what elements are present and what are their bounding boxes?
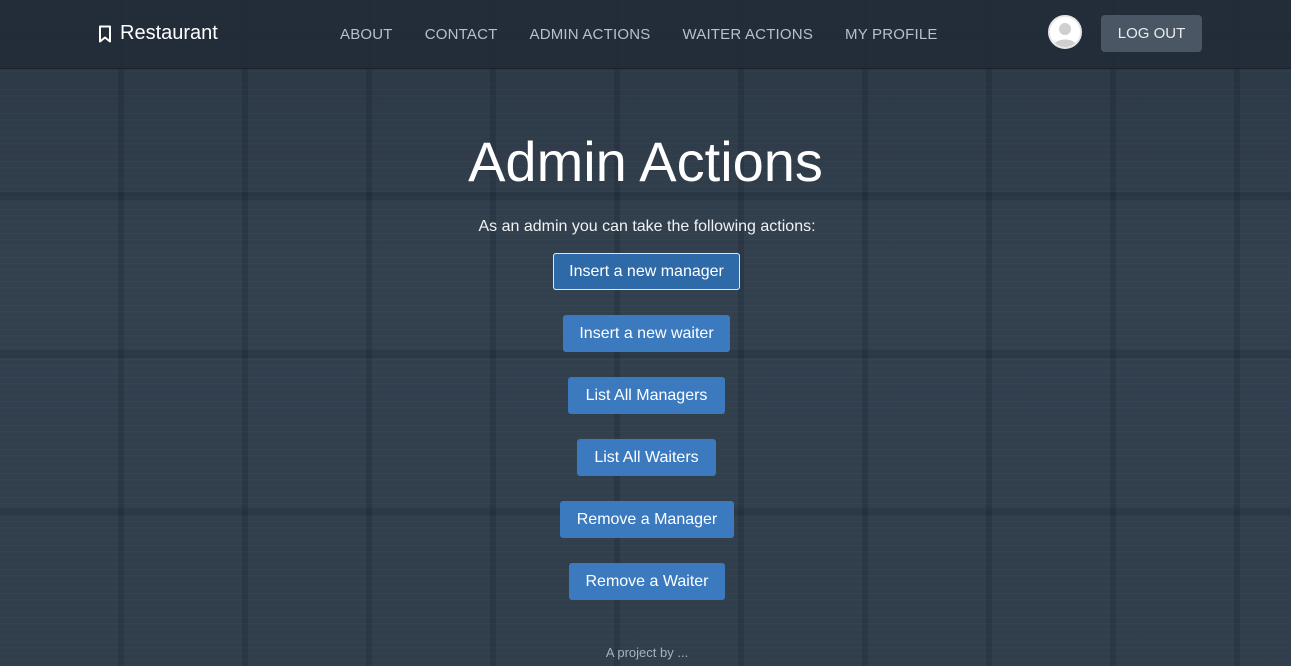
navbar: Restaurant ABOUT CONTACT ADMIN ACTIONS W… bbox=[0, 0, 1291, 69]
insert-manager-button[interactable]: Insert a new manager bbox=[553, 253, 740, 290]
page-title: Admin Actions bbox=[468, 130, 823, 193]
nav-my-profile[interactable]: MY PROFILE bbox=[845, 26, 938, 43]
footer-credit: A project by ... bbox=[605, 645, 689, 660]
logout-button[interactable]: LOG OUT bbox=[1101, 15, 1202, 52]
brand-link[interactable]: Restaurant bbox=[98, 22, 218, 45]
nav-admin-actions[interactable]: ADMIN ACTIONS bbox=[529, 26, 650, 43]
remove-waiter-button[interactable]: Remove a Waiter bbox=[569, 563, 725, 600]
list-waiters-button[interactable]: List All Waiters bbox=[577, 439, 716, 476]
nav-waiter-actions[interactable]: WAITER ACTIONS bbox=[682, 26, 813, 43]
insert-waiter-button[interactable]: Insert a new waiter bbox=[563, 315, 730, 352]
list-managers-button[interactable]: List All Managers bbox=[568, 377, 725, 414]
remove-manager-button[interactable]: Remove a Manager bbox=[560, 501, 734, 538]
nav-contact[interactable]: CONTACT bbox=[425, 26, 498, 43]
brand-label: Restaurant bbox=[120, 22, 218, 44]
nav-links: ABOUT CONTACT ADMIN ACTIONS WAITER ACTIO… bbox=[340, 0, 938, 68]
bookmark-icon bbox=[98, 25, 112, 43]
nav-about[interactable]: ABOUT bbox=[340, 26, 393, 43]
user-avatar-icon[interactable] bbox=[1048, 15, 1082, 49]
page-subtitle: As an admin you can take the following a… bbox=[478, 218, 816, 235]
